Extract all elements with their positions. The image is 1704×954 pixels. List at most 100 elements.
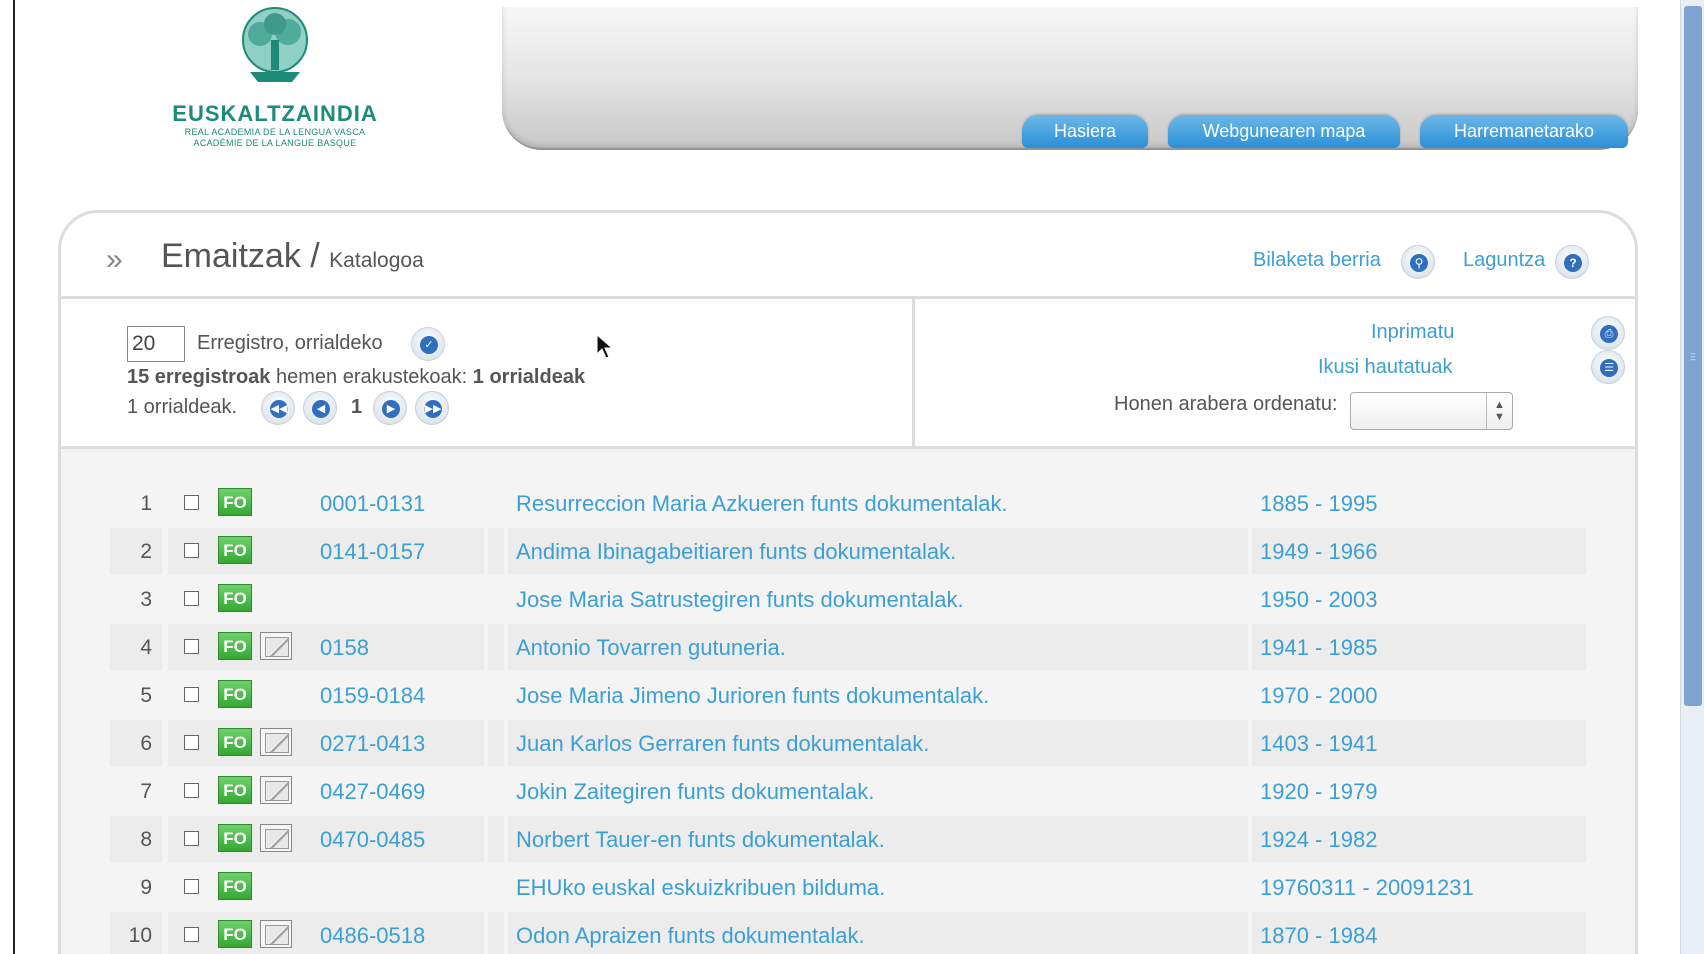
euskaltzaindia-logo[interactable]: EUSKALTZAINDIA REAL ACADEMIA DE LA LENGU… <box>160 6 390 156</box>
new-search-button[interactable]: ⚲ <box>1401 245 1435 279</box>
result-title-link[interactable]: Norbert Tauer-en funts dokumentalak. <box>508 816 1248 862</box>
result-dates-link[interactable]: 1924 - 1982 <box>1252 816 1586 862</box>
result-dates-link[interactable]: 19760311 - 20091231 <box>1252 864 1586 910</box>
fonds-badge-icon[interactable]: FO <box>218 776 252 804</box>
paging-controls: Erregistro, orrialdeko ✓ 15 erregistroak… <box>61 299 915 449</box>
fonds-badge-icon[interactable]: FO <box>218 536 252 564</box>
result-number: 6 <box>110 720 162 766</box>
result-row: 8 FO 0470-0485 Norbert Tauer-en funts dokum… <box>110 816 1586 862</box>
last-page-button[interactable]: ▶▶ <box>415 391 449 425</box>
printer-icon: ⎙ <box>1600 325 1618 343</box>
result-number: 2 <box>110 528 162 574</box>
result-row: 9 FO EHUko euskal eskuizkribuen bilduma. 19… <box>110 864 1586 910</box>
logo-name: EUSKALTZAINDIA <box>172 101 378 126</box>
fonds-badge-icon[interactable]: FO <box>218 872 252 900</box>
fonds-badge-icon[interactable]: FO <box>218 632 252 660</box>
result-dates-link[interactable]: 1949 - 1966 <box>1252 528 1586 574</box>
fonds-badge-icon[interactable]: FO <box>218 584 252 612</box>
new-search-link[interactable]: Bilaketa berria <box>1253 249 1381 272</box>
result-title-link[interactable]: Jose Maria Satrustegiren funts dokumenta… <box>508 576 1248 622</box>
result-dates-link[interactable]: 1970 - 2000 <box>1252 672 1586 718</box>
image-icon[interactable] <box>260 920 292 948</box>
fonds-badge-icon[interactable]: FO <box>218 920 252 948</box>
sort-select[interactable]: ▲ ▼ <box>1350 392 1513 430</box>
result-code-link[interactable]: 0159-0184 <box>312 672 484 718</box>
result-code-link[interactable]: 0486-0518 <box>312 912 484 954</box>
scrollbar-thumb[interactable]: – – – <box>1684 6 1702 706</box>
result-select-checkbox[interactable] <box>184 495 199 510</box>
image-icon[interactable] <box>260 824 292 852</box>
result-number: 10 <box>110 912 162 954</box>
mouse-cursor-icon <box>596 334 614 359</box>
check-icon: ✓ <box>420 336 438 354</box>
next-page-icon: ▶ <box>382 400 400 418</box>
result-dates-link[interactable]: 1950 - 2003 <box>1252 576 1586 622</box>
logo-subtitle-1: REAL ACADEMIA DE LA LENGUA VASCA <box>184 127 366 137</box>
print-button[interactable]: ⎙ <box>1591 316 1625 350</box>
result-select-checkbox[interactable] <box>184 783 199 798</box>
result-title-link[interactable]: Resurreccion Maria Azkueren funts dokume… <box>508 480 1248 526</box>
result-code-link[interactable]: 0427-0469 <box>312 768 484 814</box>
result-code-link[interactable]: 0158 <box>312 624 484 670</box>
result-title-link[interactable]: Jose Maria Jimeno Jurioren funts dokumen… <box>508 672 1248 718</box>
result-title-link[interactable]: Jokin Zaitegiren funts dokumentalak. <box>508 768 1248 814</box>
image-icon[interactable] <box>260 728 292 756</box>
result-code-link[interactable]: 0271-0413 <box>312 720 484 766</box>
result-dates-link[interactable]: 1403 - 1941 <box>1252 720 1586 766</box>
help-button[interactable]: ? <box>1555 245 1589 279</box>
result-select-checkbox[interactable] <box>184 591 199 606</box>
panel-header: » Emaitzak / Katalogoa Bilaketa berria ⚲… <box>61 213 1635 299</box>
first-page-button[interactable]: ◀◀ <box>261 391 295 425</box>
fonds-badge-icon[interactable]: FO <box>218 728 252 756</box>
column-spacer <box>488 624 504 670</box>
fonds-badge-icon[interactable]: FO <box>218 824 252 852</box>
page-subtitle: Katalogoa <box>329 249 424 272</box>
print-link[interactable]: Inprimatu <box>1371 321 1454 344</box>
actions-controls: Inprimatu ⎙ Ikusi hautatuak ☰ Honen arab… <box>915 299 1635 449</box>
result-dates-link[interactable]: 1920 - 1979 <box>1252 768 1586 814</box>
records-per-page-input[interactable] <box>127 326 185 362</box>
records-summary: 15 erregistroak hemen erakustekoak: 1 or… <box>127 366 585 389</box>
apply-per-page-button[interactable]: ✓ <box>411 327 445 361</box>
fonds-badge-icon[interactable]: FO <box>218 488 252 516</box>
result-dates-link[interactable]: 1870 - 1984 <box>1252 912 1586 954</box>
result-code-link[interactable]: 0001-0131 <box>312 480 484 526</box>
current-page: 1 <box>351 396 363 418</box>
result-row: 4 FO 0158 Antonio Tovarren gutuneria. 1941 -… <box>110 624 1586 670</box>
fonds-badge-icon[interactable]: FO <box>218 680 252 708</box>
result-title-link[interactable]: Antonio Tovarren gutuneria. <box>508 624 1248 670</box>
help-link[interactable]: Laguntza <box>1463 249 1545 272</box>
result-number: 4 <box>110 624 162 670</box>
view-selected-button[interactable]: ☰ <box>1591 350 1625 384</box>
result-dates-link[interactable]: 1941 - 1985 <box>1252 624 1586 670</box>
result-dates-link[interactable]: 1885 - 1995 <box>1252 480 1586 526</box>
result-select-checkbox[interactable] <box>184 687 199 702</box>
image-icon[interactable] <box>260 632 292 660</box>
result-select-checkbox[interactable] <box>184 543 199 558</box>
result-select-checkbox[interactable] <box>184 927 199 942</box>
result-select-checkbox[interactable] <box>184 831 199 846</box>
result-title-link[interactable]: EHUko euskal eskuizkribuen bilduma. <box>508 864 1248 910</box>
page-title-text: Emaitzak / <box>161 237 320 275</box>
result-title-link[interactable]: Juan Karlos Gerraren funts dokumentalak. <box>508 720 1248 766</box>
nav-tab-contact[interactable]: Harremanetarako <box>1420 115 1628 148</box>
pages-label: 1 orrialdeak. <box>127 396 238 418</box>
result-select-checkbox[interactable] <box>184 879 199 894</box>
column-spacer <box>488 768 504 814</box>
vertical-scrollbar[interactable]: – – – <box>1680 0 1704 954</box>
nav-tab-sitemap[interactable]: Webgunearen mapa <box>1168 115 1400 148</box>
result-select-checkbox[interactable] <box>184 735 199 750</box>
result-code-link[interactable] <box>312 864 484 910</box>
result-code-link[interactable] <box>312 576 484 622</box>
scroll-grip-icon: – – – <box>1690 348 1696 364</box>
nav-tab-home[interactable]: Hasiera <box>1022 115 1148 148</box>
prev-page-button[interactable]: ◀ <box>303 391 337 425</box>
result-code-link[interactable]: 0141-0157 <box>312 528 484 574</box>
next-page-button[interactable]: ▶ <box>373 391 407 425</box>
result-title-link[interactable]: Odon Apraizen funts dokumentalak. <box>508 912 1248 954</box>
view-selected-link[interactable]: Ikusi hautatuak <box>1318 356 1453 379</box>
result-code-link[interactable]: 0470-0485 <box>312 816 484 862</box>
result-title-link[interactable]: Andima Ibinagabeitiaren funts dokumental… <box>508 528 1248 574</box>
image-icon[interactable] <box>260 776 292 804</box>
result-select-checkbox[interactable] <box>184 639 199 654</box>
